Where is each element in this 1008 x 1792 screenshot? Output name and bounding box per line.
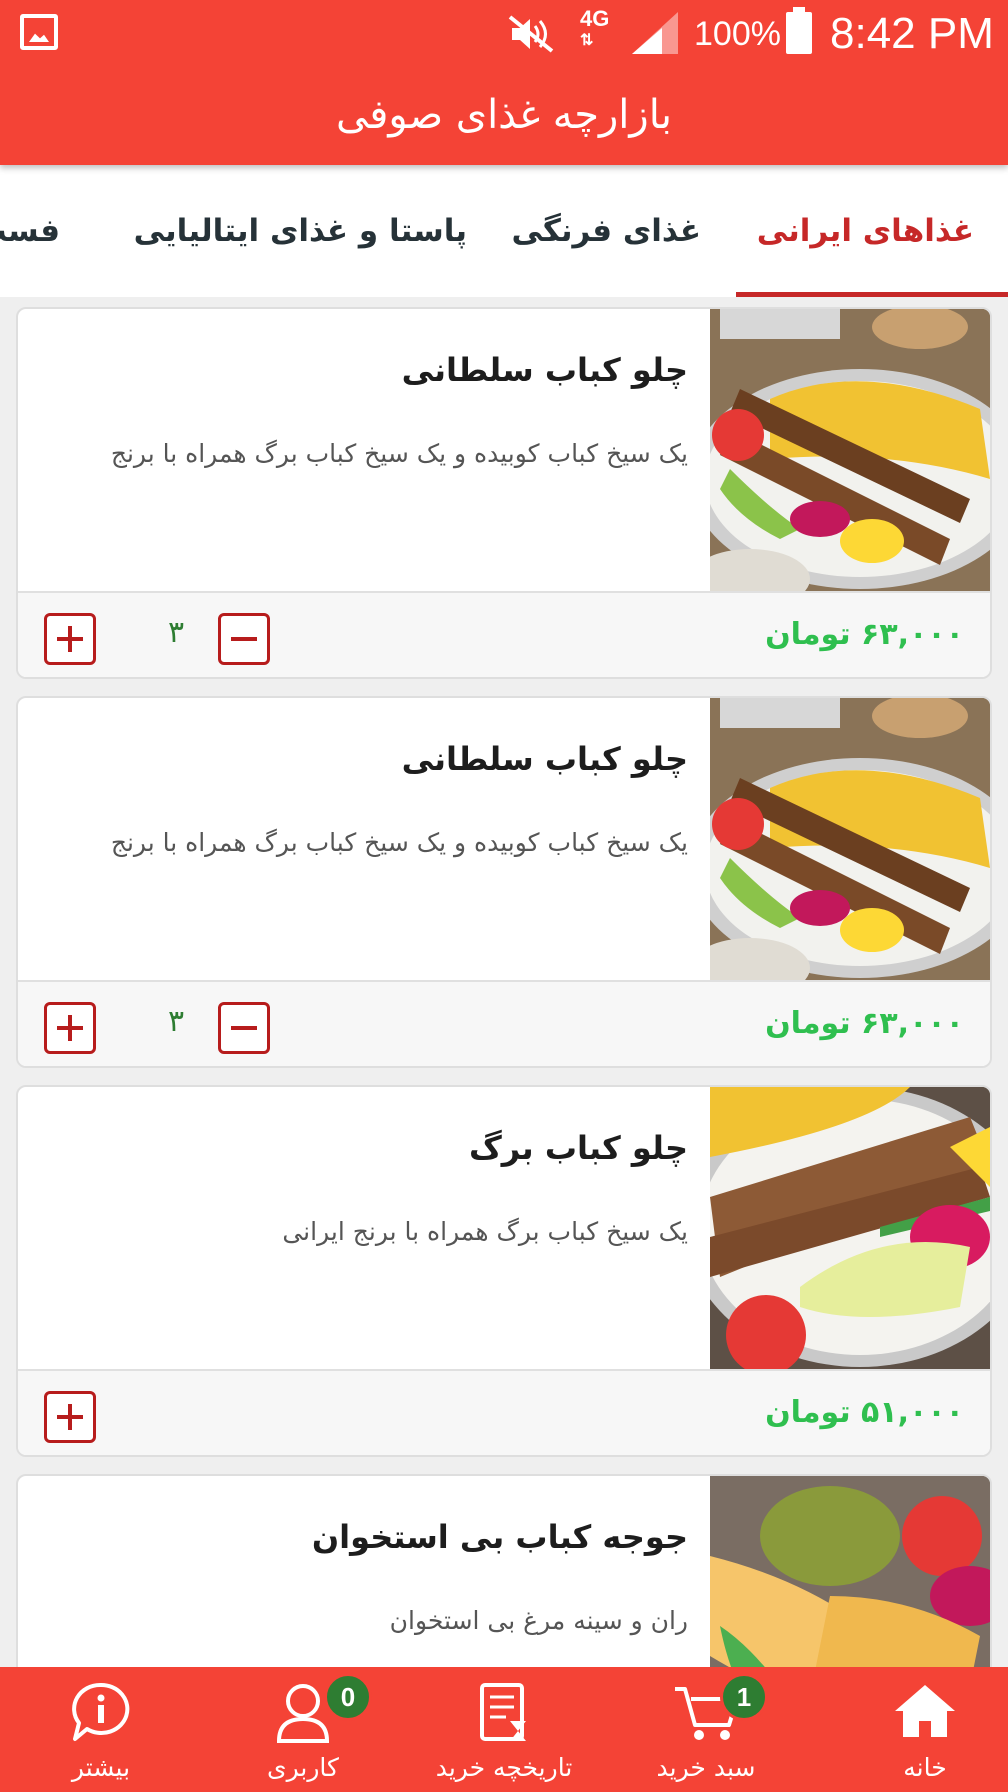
product-title: جوجه کباب بی استخوان [311,1518,688,1556]
gallery-notification-icon [20,14,58,50]
product-footer: ۶۳,۰۰۰ تومان ۳ [18,980,990,1066]
product-footer: ۵۱,۰۰۰ تومان [18,1369,990,1455]
product-card[interactable]: چلو کباب سلطانی یک سیخ کباب کوبیده و یک … [16,307,992,679]
product-description: یک سیخ کباب کوبیده و یک سیخ کباب برگ همر… [110,439,688,468]
app-title: بازارچه غذای صوفی [335,92,673,138]
tab-pasta-italian[interactable]: پاستا و غذای ایتالیایی [134,213,467,249]
receipt-history-icon [480,1683,526,1741]
signal-icon [632,12,678,54]
decrease-quantity-button[interactable] [218,1002,270,1054]
nav-more-label: بیشتر [71,1753,131,1782]
product-image [710,1087,990,1369]
nav-history-label: تاریخچه خرید [435,1753,573,1782]
status-bar: 4G ⇅ 100% 8:42 PM [0,0,1008,70]
product-description: ران و سینه مرغ بی استخوان [389,1606,688,1635]
mute-icon [508,15,554,53]
bottom-navigation: خانه 1 سبد خرید تاریخچه خرید 0 کاربری بی… [0,1667,1008,1792]
quantity-value: ۳ [167,615,185,650]
product-list: چلو کباب سلطانی یک سیخ کباب کوبیده و یک … [0,297,1008,1667]
product-image [710,698,990,980]
clock: 8:42 PM [830,9,994,58]
info-icon [72,1682,130,1741]
active-tab-indicator [736,292,1008,297]
quantity-value: ۳ [167,1004,185,1039]
product-description: یک سیخ کباب کوبیده و یک سیخ کباب برگ همر… [110,828,688,857]
nav-cart[interactable]: 1 سبد خرید [636,1667,776,1792]
network-type: 4G ⇅ [580,8,609,52]
data-arrows-icon: ⇅ [580,32,593,49]
category-tabs: غذاهای ایرانی غذای فرنگی پاستا و غذای ای… [0,165,1008,297]
product-price: ۶۳,۰۰۰ تومان [765,1006,964,1041]
battery-percent: 100% [694,15,781,53]
nav-user[interactable]: 0 کاربری [236,1667,372,1792]
product-price: ۶۳,۰۰۰ تومان [765,617,964,652]
product-card[interactable]: چلو کباب برگ یک سیخ کباب برگ همراه با بر… [16,1085,992,1457]
user-badge: 0 [324,1673,372,1721]
product-footer: ۶۳,۰۰۰ تومان ۳ [18,591,990,677]
product-description: یک سیخ کباب برگ همراه با برنج ایرانی [282,1217,688,1246]
tab-western-food[interactable]: غذای فرنگی [511,213,701,249]
tab-iranian-food[interactable]: غذاهای ایرانی [757,213,974,249]
product-card[interactable]: جوجه کباب بی استخوان ران و سینه مرغ بی ا… [16,1474,992,1667]
nav-purchase-history[interactable]: تاریخچه خرید [414,1667,594,1792]
app-header: 4G ⇅ 100% 8:42 PM بازارچه غذای صوفی [0,0,1008,165]
nav-home[interactable]: خانه [858,1667,992,1792]
tab-fast-food[interactable]: فست [0,213,60,249]
decrease-quantity-button[interactable] [218,613,270,665]
increase-quantity-button[interactable] [44,613,96,665]
product-image [710,309,990,591]
cart-badge: 1 [720,1673,768,1721]
battery-icon [786,7,812,54]
product-card[interactable]: چلو کباب سلطانی یک سیخ کباب کوبیده و یک … [16,696,992,1068]
product-title: چلو کباب سلطانی [401,740,688,778]
home-icon [895,1685,955,1737]
add-to-cart-button[interactable] [44,1391,96,1443]
product-price: ۵۱,۰۰۰ تومان [765,1395,964,1430]
product-title: چلو کباب سلطانی [401,351,688,389]
network-label: 4G [580,6,610,31]
nav-home-label: خانه [903,1753,947,1782]
increase-quantity-button[interactable] [44,1002,96,1054]
product-title: چلو کباب برگ [469,1129,688,1167]
product-image [710,1476,990,1667]
nav-cart-label: سبد خرید [656,1753,756,1782]
nav-more[interactable]: بیشتر [36,1667,166,1792]
nav-user-label: کاربری [267,1753,339,1782]
